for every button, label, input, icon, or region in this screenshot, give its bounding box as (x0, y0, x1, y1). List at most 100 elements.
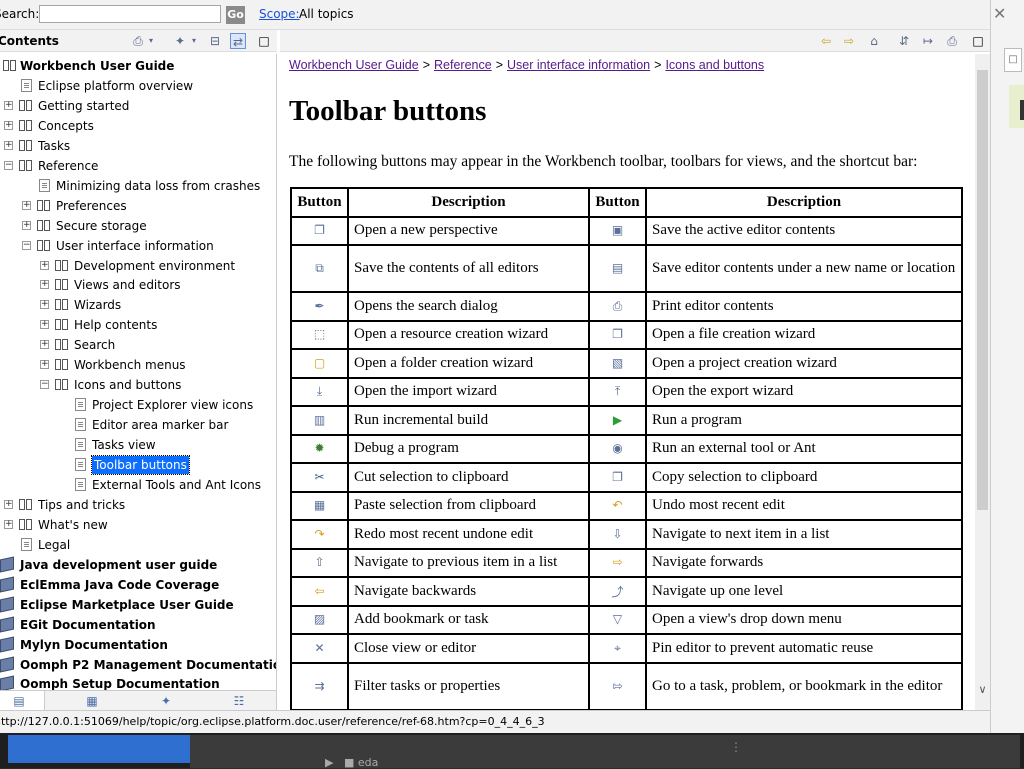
link-with-contents-icon[interactable]: ⇄ (230, 33, 246, 49)
button-cell: ↷ (290, 519, 349, 550)
tree-item[interactable]: + Tips and tricks (0, 496, 276, 515)
tree-item[interactable]: + Concepts (0, 117, 276, 136)
expand-icon[interactable]: + (4, 499, 13, 509)
description-cell: Close view or editor (347, 633, 590, 664)
show-in-toc-icon[interactable]: ⇵ (896, 33, 912, 49)
new-project-icon: ▧ (611, 355, 624, 370)
dark-edge (1020, 100, 1024, 120)
tree-item[interactable]: Oomph P2 Management Documentation (0, 656, 276, 675)
expand-icon[interactable]: + (22, 200, 31, 210)
splitter-dots-icon[interactable]: ⋮ (730, 740, 742, 754)
collapse-icon[interactable]: − (40, 380, 49, 390)
search-tab-icon[interactable]: ✦ (158, 693, 174, 709)
taskbar-active-item[interactable] (8, 735, 190, 763)
scope-link[interactable]: Scope: (259, 7, 300, 21)
button-cell: ✒ (290, 291, 349, 322)
tree-item[interactable]: − User interface information (0, 237, 276, 256)
book-icon (55, 259, 69, 272)
description-cell: Open a file creation wizard (645, 319, 963, 350)
tree-item[interactable]: Eclipse platform overview (0, 77, 276, 96)
expand-icon[interactable]: + (4, 120, 13, 130)
tree-item-label: User interface information (56, 238, 214, 253)
taskbar-area (190, 735, 1020, 768)
page-icon (21, 537, 32, 551)
book-icon (37, 239, 51, 252)
search-topic-icon[interactable]: ✦ (172, 33, 188, 49)
breadcrumb-link[interactable]: User interface information (507, 58, 650, 72)
bookmarks-tab-icon[interactable]: ☷ (231, 693, 247, 709)
tree-item[interactable]: Toolbar buttons (0, 455, 276, 475)
search-input[interactable] (39, 5, 221, 23)
collapse-all-icon[interactable]: ⊟ (207, 33, 223, 49)
table-row: ✂ Cut selection to clipboard ❐ Copy selecti… (290, 462, 963, 493)
tree-item[interactable]: EGit Documentation (0, 616, 276, 635)
tree-item[interactable]: + Secure storage (0, 217, 276, 236)
print-toc-icon[interactable]: ⎙ (130, 33, 146, 49)
expand-icon[interactable]: + (40, 260, 49, 270)
collapse-icon[interactable]: − (22, 240, 31, 250)
tree-item[interactable]: Legal (0, 536, 276, 555)
next-item-icon: ⇩ (612, 526, 623, 541)
expand-icon[interactable]: + (4, 519, 13, 529)
home-icon[interactable]: ⌂ (866, 33, 882, 49)
button-cell: ⇨ (588, 547, 647, 578)
tree-item[interactable]: + What's new (0, 516, 276, 535)
export-icon: ⤒ (614, 384, 621, 399)
expand-icon[interactable]: + (40, 340, 49, 350)
expand-icon[interactable]: + (40, 320, 49, 330)
tree-item[interactable]: + Search (0, 336, 276, 355)
tree-item[interactable]: Tasks view (0, 436, 276, 455)
tree-item[interactable]: Eclipse Marketplace User Guide (0, 596, 276, 615)
maximize-content-icon[interactable]: □ (970, 33, 986, 49)
tree-item[interactable]: + Views and editors (0, 276, 276, 295)
tree-item[interactable]: Java development user guide (0, 556, 276, 575)
tree-item[interactable]: External Tools and Ant Icons (0, 476, 276, 495)
expand-icon[interactable]: + (22, 220, 31, 230)
tree-item[interactable]: + Help contents (0, 316, 276, 335)
tree-item[interactable]: Project Explorer view icons (0, 396, 276, 415)
button-cell: ▧ (588, 348, 647, 379)
tree-item[interactable]: + Workbench menus (0, 356, 276, 375)
forward-icon[interactable]: ⇨ (841, 33, 857, 49)
tree-item[interactable]: + Tasks (0, 137, 276, 156)
scroll-down-icon[interactable]: ∨ (975, 683, 990, 697)
index-tab-icon[interactable]: ▦ (84, 693, 100, 709)
search-dropdown-icon[interactable]: ▾ (189, 33, 199, 49)
restore-icon[interactable]: □ (1004, 48, 1022, 72)
table-row: ⧉ Save the contents of all editors ▤ Save e… (290, 244, 963, 293)
breadcrumb-link[interactable]: Reference (434, 58, 492, 72)
tree-item[interactable]: + Preferences (0, 197, 276, 216)
go-button[interactable]: Go (226, 6, 245, 24)
collapse-icon[interactable]: − (4, 160, 13, 170)
print-page-icon[interactable]: ⎙ (944, 33, 960, 49)
tree-item[interactable]: Editor area marker bar (0, 416, 276, 435)
print-dropdown-icon[interactable]: ▾ (146, 33, 156, 49)
tree-item[interactable]: − Icons and buttons (0, 376, 276, 395)
bookmark-document-icon[interactable]: ↦ (920, 33, 936, 49)
table-header: Button (290, 187, 349, 218)
tree-item[interactable]: Mylyn Documentation (0, 636, 276, 655)
tree-item[interactable]: + Wizards (0, 296, 276, 315)
tree-item[interactable]: Workbench User Guide (0, 57, 276, 76)
new-folder-icon: ▢ (313, 355, 326, 370)
scrollbar-thumb[interactable] (977, 70, 988, 510)
expand-icon[interactable]: + (4, 100, 13, 110)
tree-item[interactable]: + Development environment (0, 257, 276, 276)
back-icon[interactable]: ⇦ (818, 33, 834, 49)
contents-tab-icon[interactable]: ▤ (11, 693, 27, 709)
tree-item[interactable]: Oomph Setup Documentation (0, 675, 276, 690)
breadcrumb-link[interactable]: Icons and buttons (665, 58, 764, 72)
expand-icon[interactable]: + (40, 360, 49, 370)
tree-item[interactable]: Minimizing data loss from crashes (0, 177, 276, 196)
tree-item[interactable]: EclEmma Java Code Coverage (0, 576, 276, 595)
table-row: ▢ Open a folder creation wizard ▧ Open a pr… (290, 348, 963, 379)
close-icon[interactable]: ✕ (993, 4, 1006, 23)
expand-icon[interactable]: + (40, 280, 49, 290)
expand-icon[interactable]: + (40, 300, 49, 310)
tree-item[interactable]: + Getting started (0, 97, 276, 116)
tree-item[interactable]: − Reference (0, 157, 276, 176)
paste-icon: ▦ (313, 498, 326, 513)
expand-icon[interactable]: + (4, 140, 13, 150)
maximize-icon[interactable]: □ (256, 33, 272, 49)
breadcrumb-link[interactable]: Workbench User Guide (289, 58, 419, 72)
